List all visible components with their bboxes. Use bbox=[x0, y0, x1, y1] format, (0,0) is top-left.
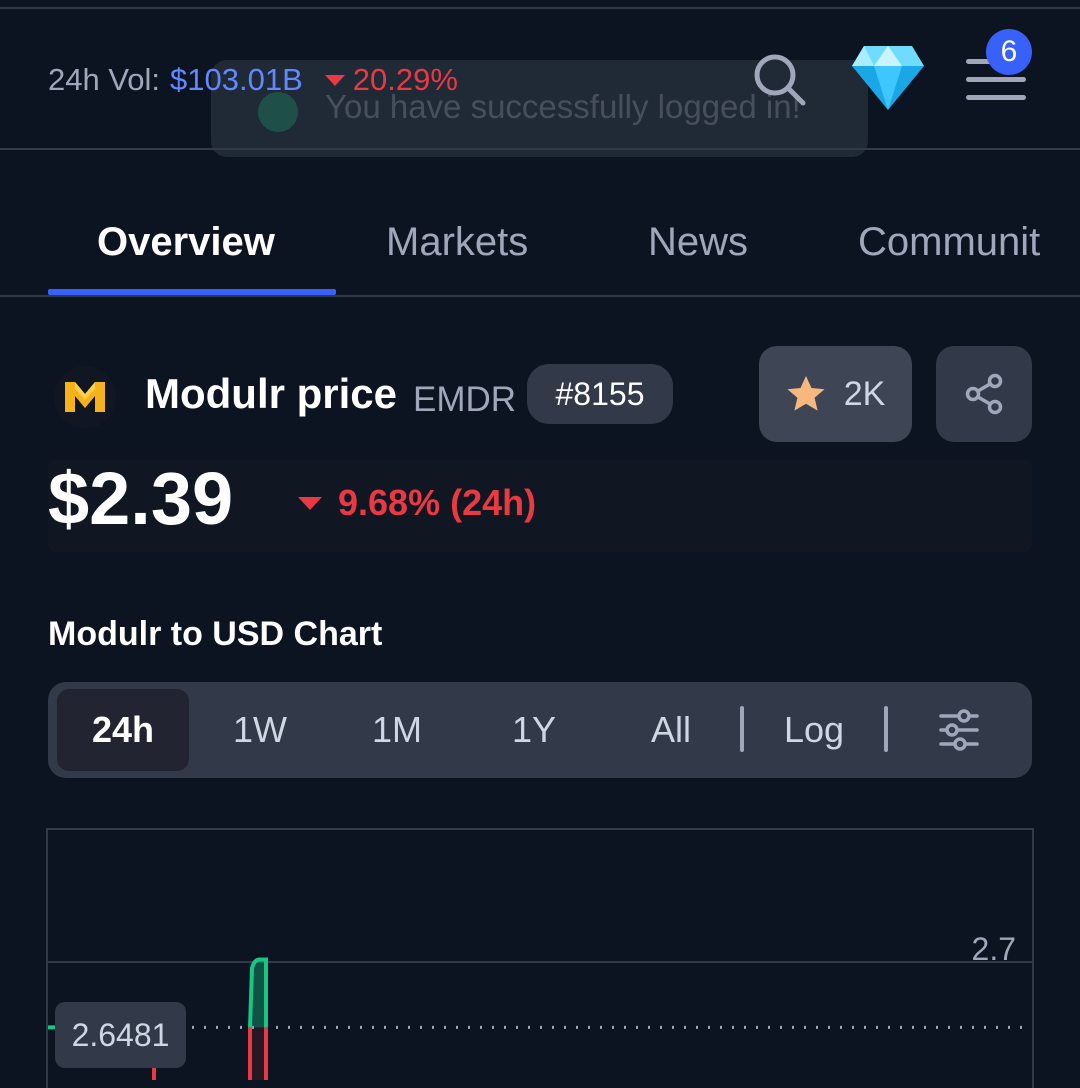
current-price-label: 2.6481 bbox=[55, 1002, 186, 1068]
tab-overview[interactable]: Overview bbox=[97, 220, 275, 265]
caret-down-icon bbox=[298, 497, 322, 510]
range-1y-button[interactable]: 1Y bbox=[474, 682, 594, 778]
share-button[interactable] bbox=[936, 346, 1032, 442]
header-divider bbox=[0, 148, 1080, 150]
range-1w-button[interactable]: 1W bbox=[200, 682, 320, 778]
tab-news[interactable]: News bbox=[648, 220, 748, 265]
rank-badge: #8155 bbox=[527, 364, 673, 424]
range-1m-button[interactable]: 1M bbox=[337, 682, 457, 778]
range-all-button[interactable]: All bbox=[611, 682, 731, 778]
tabs-divider bbox=[0, 295, 1080, 297]
log-scale-button[interactable]: Log bbox=[756, 682, 872, 778]
range-divider bbox=[884, 706, 888, 752]
notification-badge: 6 bbox=[986, 29, 1032, 75]
chart-settings-icon[interactable] bbox=[938, 708, 980, 752]
diamond-icon[interactable] bbox=[850, 44, 926, 112]
coin-symbol: EMDR bbox=[413, 380, 517, 419]
vol-value[interactable]: $103.01B bbox=[170, 62, 303, 98]
global-volume: 24h Vol: $103.01B 20.29% bbox=[48, 62, 458, 98]
coin-name: Modulr price bbox=[145, 370, 398, 417]
vol-change: 20.29% bbox=[352, 62, 458, 97]
vol-label: 24h Vol: bbox=[48, 62, 161, 97]
coin-price: $2.39 bbox=[48, 457, 234, 540]
red-area bbox=[250, 1027, 266, 1080]
top-divider bbox=[0, 7, 1080, 9]
share-icon bbox=[965, 373, 1003, 415]
y-tick-label: 2.7 bbox=[972, 931, 1016, 967]
tab-community[interactable]: Communit bbox=[858, 220, 1058, 265]
check-icon bbox=[258, 92, 298, 132]
search-icon[interactable] bbox=[750, 50, 808, 108]
modulr-logo-icon bbox=[65, 382, 105, 412]
caret-down-icon bbox=[324, 74, 345, 86]
range-divider bbox=[740, 706, 744, 752]
tab-markets[interactable]: Markets bbox=[386, 220, 528, 265]
watchlist-button[interactable]: 2K bbox=[759, 346, 912, 442]
star-icon bbox=[787, 376, 825, 411]
chart-title: Modulr to USD Chart bbox=[48, 615, 383, 653]
active-tab-indicator bbox=[48, 289, 336, 295]
price-chart[interactable]: 2.7 bbox=[48, 830, 1032, 1080]
watchlist-count: 2K bbox=[843, 374, 886, 413]
range-24h-button[interactable]: 24h bbox=[57, 689, 189, 771]
coin-logo bbox=[54, 366, 116, 428]
price-change: 9.68% (24h) bbox=[338, 482, 537, 523]
